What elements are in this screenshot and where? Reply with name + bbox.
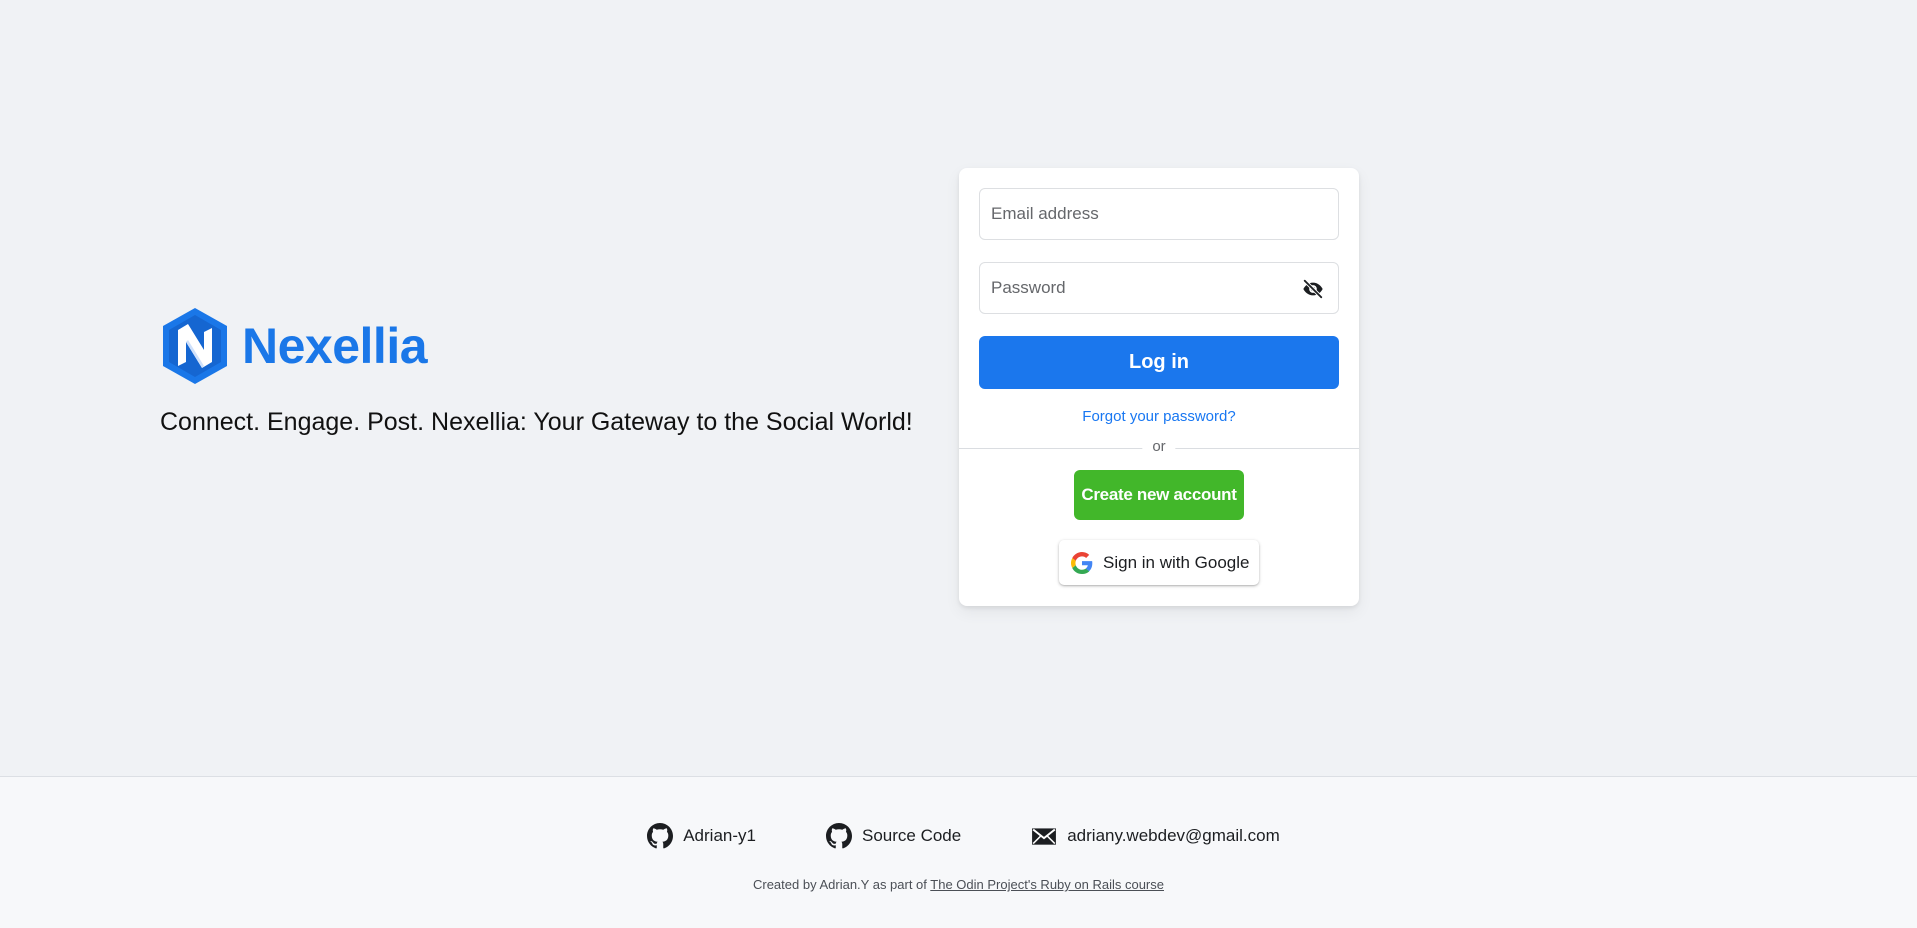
mail-icon <box>1032 828 1057 845</box>
github-icon <box>825 823 852 849</box>
password-field-wrapper <box>979 262 1339 314</box>
google-signin-label: Sign in with Google <box>1103 552 1250 572</box>
brand-name: Nexellia <box>242 318 428 374</box>
login-button[interactable]: Log in <box>979 336 1339 389</box>
footer-link-label: Adrian-y1 <box>683 826 756 845</box>
hexagon-n-logo-icon <box>163 308 227 384</box>
github-icon <box>647 823 674 849</box>
footer-link-label: Source Code <box>861 826 962 845</box>
eye-slash-icon[interactable] <box>1300 276 1326 302</box>
create-account-button[interactable]: Create new account <box>1074 470 1244 520</box>
email-field[interactable] <box>980 189 1338 239</box>
footer-link-github-profile[interactable]: Adrian-y1 <box>647 821 756 851</box>
password-field[interactable] <box>980 263 1338 313</box>
forgot-password-link[interactable]: Forgot your password? <box>959 408 1359 425</box>
footer-links: Adrian-y1 Source Code adriany.webdev@gma… <box>0 821 1917 851</box>
footer: Adrian-y1 Source Code adriany.webdev@gma… <box>0 776 1917 928</box>
divider-or-label: or <box>1142 438 1176 455</box>
google-signin-button[interactable]: Sign in with Google <box>1059 540 1259 585</box>
footer-link-label: adriany.webdev@gmail.com <box>1067 826 1280 845</box>
email-field-wrapper <box>979 188 1339 240</box>
footer-link-email[interactable]: adriany.webdev@gmail.com <box>1031 821 1280 851</box>
footer-credits: Created by Adrian.Y as part of The Odin … <box>0 877 1917 892</box>
credits-prefix: Created by Adrian.Y as part of <box>752 877 927 892</box>
credits-course-link[interactable]: The Odin Project's Ruby on Rails course <box>930 877 1164 892</box>
footer-link-source-code[interactable]: Source Code <box>825 821 962 851</box>
main-area: Nexellia Connect. Engage. Post. Nexellia… <box>0 0 1917 776</box>
logo-row: Nexellia <box>160 306 920 386</box>
google-g-icon <box>1071 551 1093 574</box>
brand-section: Nexellia Connect. Engage. Post. Nexellia… <box>160 306 920 437</box>
login-card: Log in Forgot your password? or Create n… <box>959 168 1359 606</box>
brand-tagline: Connect. Engage. Post. Nexellia: Your Ga… <box>160 408 913 436</box>
